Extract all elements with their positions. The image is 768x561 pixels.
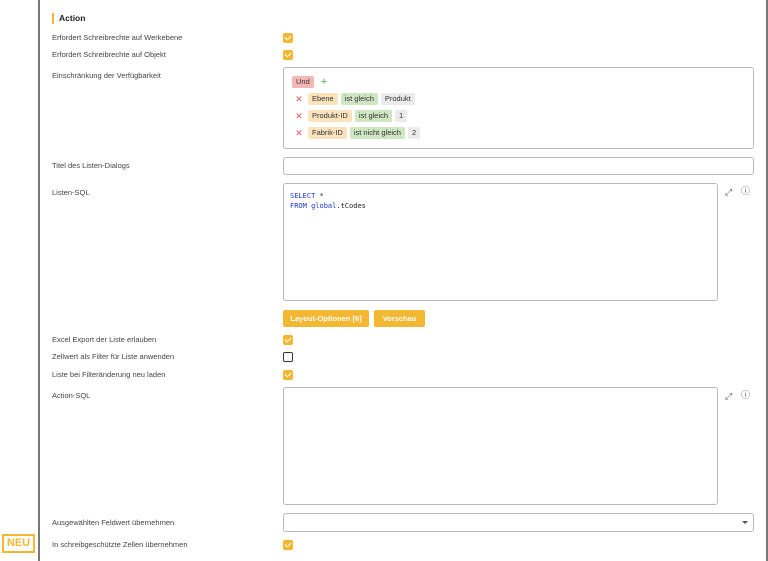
action-sql-label: Action-SQL	[52, 391, 91, 400]
availability-condition-builder: Und + ✕ Ebene ist gleich Produkt ✕ Produkt-ID…	[283, 67, 754, 149]
logic-operator-tag[interactable]: Und	[292, 76, 314, 88]
condition-value-tag[interactable]: Produkt	[380, 93, 415, 105]
plus-icon[interactable]: +	[321, 76, 327, 88]
list-dialog-title-input[interactable]	[283, 157, 754, 175]
condition-row: ✕ Ebene ist gleich Produkt	[292, 93, 418, 106]
sql-keyword: SELECT	[290, 192, 316, 200]
info-icon[interactable]: ⓘ	[741, 186, 750, 196]
action-sql-editor[interactable]	[283, 387, 718, 505]
new-badge: NEU	[2, 534, 35, 553]
sql-text: *	[315, 192, 324, 200]
excel-export-checkbox[interactable]	[283, 335, 293, 345]
sql-schema: global	[311, 202, 337, 210]
apply-field-value-label: Ausgewählten Feldwert übernehmen	[52, 518, 175, 527]
reload-on-filter-label: Liste bei Filteränderung neu laden	[52, 370, 166, 379]
condition-field-tag[interactable]: Fabrik-ID	[308, 127, 347, 139]
condition-operator-tag[interactable]: ist gleich	[340, 93, 378, 105]
chevron-down-icon	[742, 521, 748, 524]
preview-button[interactable]: Vorschau	[374, 310, 425, 327]
require-write-level-label: Erfordert Schreibrechte auf Werkebene	[52, 33, 183, 42]
condition-operator-tag[interactable]: ist gleich	[354, 110, 393, 122]
info-icon[interactable]: ⓘ	[741, 390, 750, 400]
cell-filter-label: Zellwert als Filter für Liste anwenden	[52, 352, 175, 361]
close-icon[interactable]: ✕	[292, 94, 306, 105]
condition-row: ✕ Produkt-ID ist gleich 1	[292, 110, 410, 123]
action-panel: Action Erfordert Schreibrechte auf Werke…	[38, 0, 768, 561]
list-sql-editor[interactable]: SELECT * FROM global.tCodes	[283, 183, 718, 301]
condition-value-tag[interactable]: 1	[395, 110, 408, 122]
condition-group-header: Und +	[292, 76, 327, 89]
sql-line-1: SELECT *	[290, 191, 324, 201]
condition-field-tag[interactable]: Ebene	[308, 93, 338, 105]
require-write-object-label: Erfordert Schreibrechte auf Objekt	[52, 50, 166, 59]
close-icon[interactable]: ✕	[292, 128, 306, 139]
expand-icon[interactable]: ⤢	[725, 391, 732, 401]
condition-row: ✕ Fabrik-ID ist nicht gleich 2	[292, 127, 423, 140]
list-sql-label: Listen-SQL	[52, 188, 90, 197]
condition-value-tag[interactable]: 2	[407, 127, 421, 139]
condition-field-tag[interactable]: Produkt-ID	[308, 110, 352, 122]
layout-options-button[interactable]: Layout-Optionen [6]	[283, 310, 369, 327]
apply-field-value-select[interactable]	[283, 513, 754, 532]
excel-export-label: Excel Export der Liste erlauben	[52, 335, 157, 344]
apply-readonly-checkbox[interactable]	[283, 540, 293, 550]
availability-label: Einschränkung der Verfügbarkeit	[52, 71, 161, 80]
close-icon[interactable]: ✕	[292, 111, 306, 122]
require-write-object-checkbox[interactable]	[283, 50, 293, 60]
expand-icon[interactable]: ⤢	[725, 187, 732, 197]
cell-filter-checkbox[interactable]	[283, 352, 293, 362]
sql-text: .tCodes	[336, 202, 366, 210]
sql-line-2: FROM global.tCodes	[290, 201, 366, 211]
reload-on-filter-checkbox[interactable]	[283, 370, 293, 380]
condition-operator-tag[interactable]: ist nicht gleich	[349, 127, 405, 139]
require-write-level-checkbox[interactable]	[283, 33, 293, 43]
list-dialog-title-label: Titel des Listen-Dialogs	[52, 161, 130, 170]
section-title: Action	[52, 13, 85, 24]
apply-readonly-label: In schreibgeschützte Zellen übernehmen	[52, 540, 188, 549]
sql-keyword: FROM	[290, 202, 307, 210]
